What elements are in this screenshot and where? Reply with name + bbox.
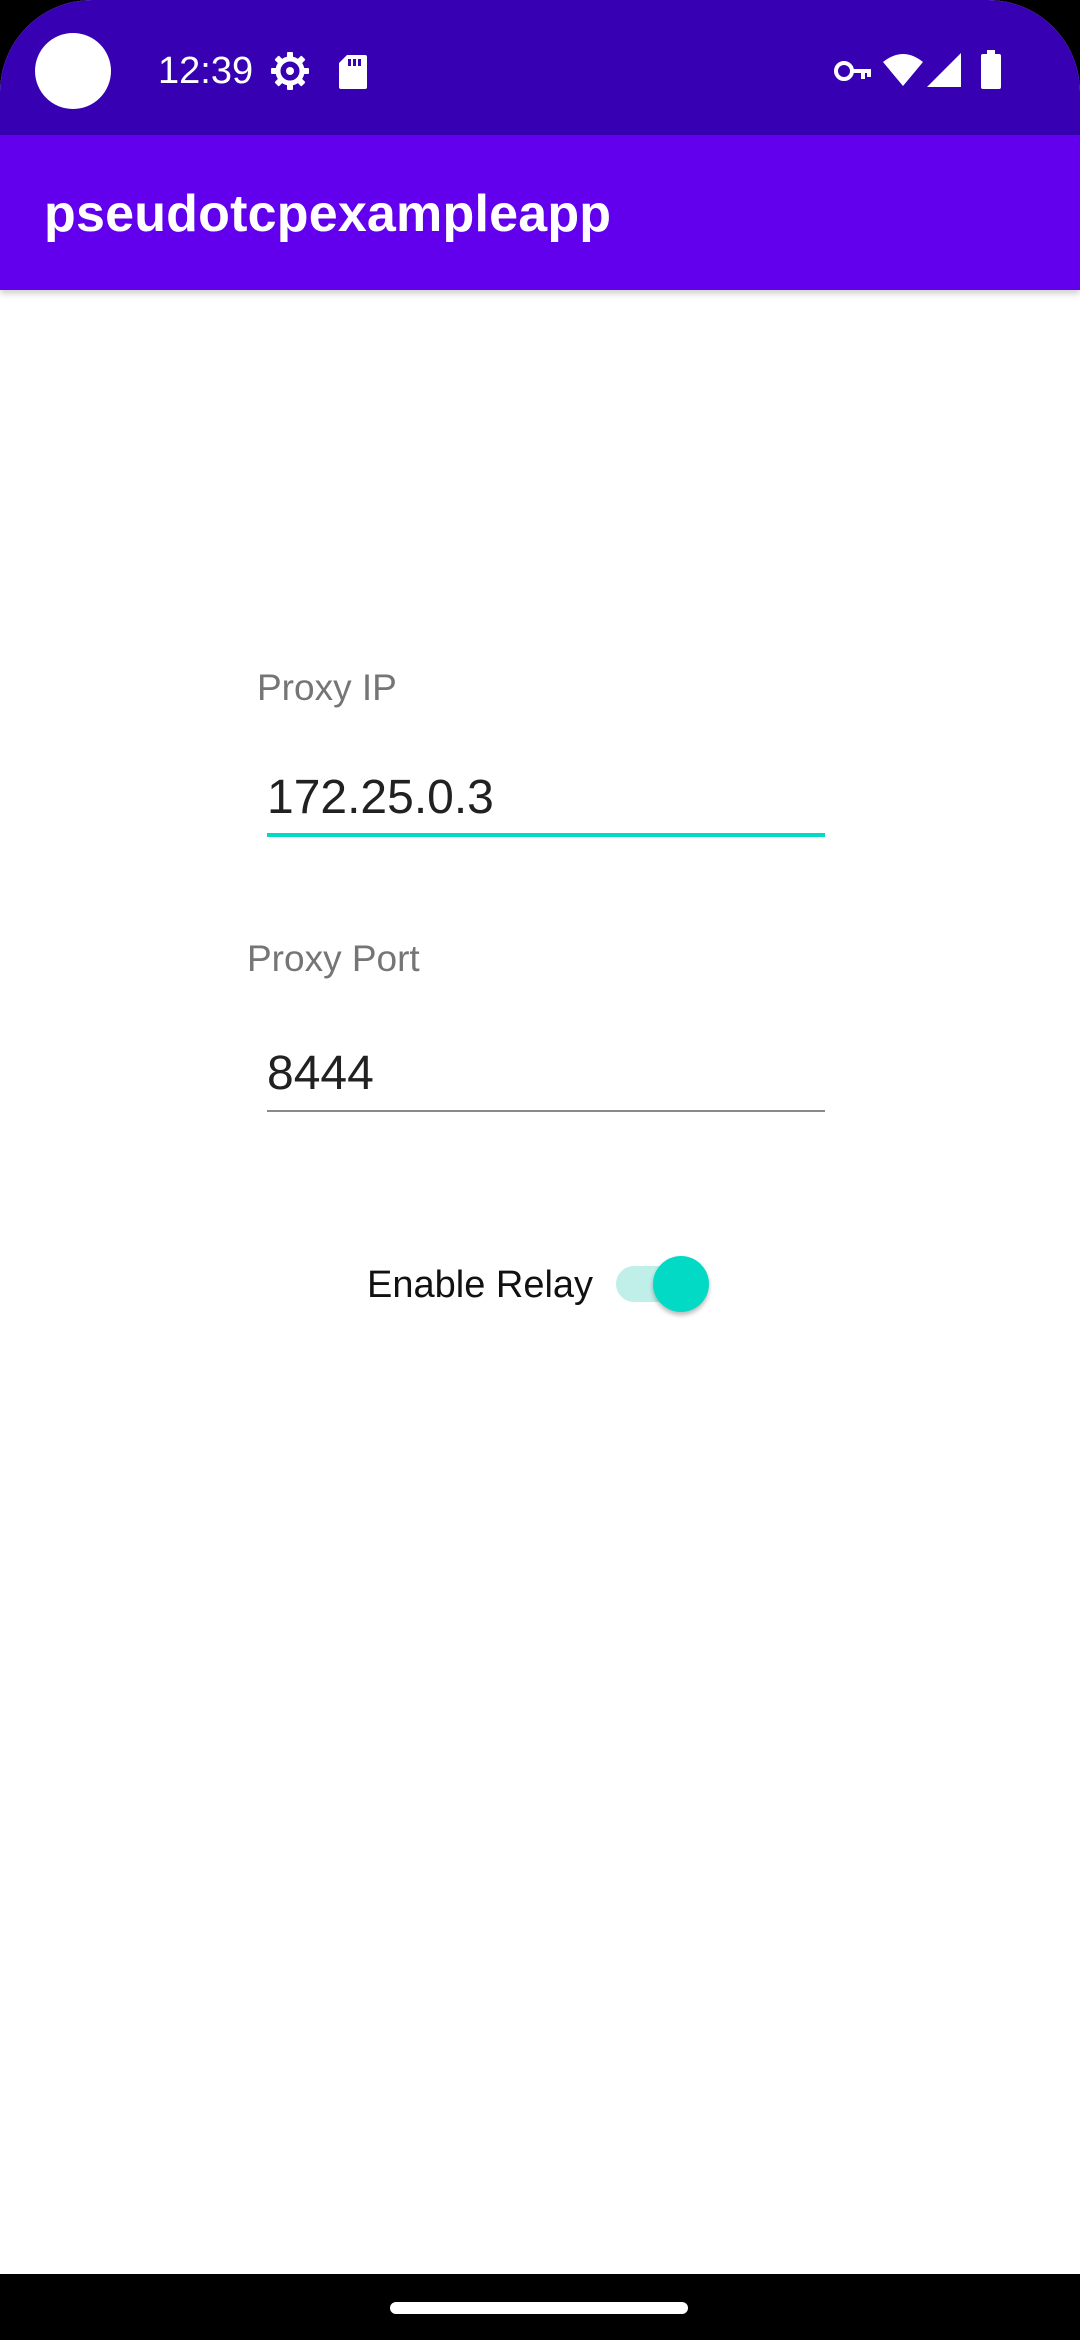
settings-gear-icon <box>271 52 309 90</box>
app-screen: 12:39 pseudotcpexampleapp Proxy IP 172.2… <box>0 0 1080 2340</box>
cell-signal-icon <box>927 53 961 87</box>
battery-icon <box>981 50 1001 89</box>
enable-relay-switch[interactable] <box>610 1252 710 1316</box>
proxy-port-label: Proxy Port <box>247 938 420 979</box>
proxy-ip-label: Proxy IP <box>257 667 397 708</box>
proxy-ip-input[interactable] <box>267 762 825 832</box>
vpn-key-icon <box>834 61 871 81</box>
switch-thumb <box>653 1256 709 1312</box>
status-bar: 12:39 <box>0 0 1080 135</box>
proxy-port-input[interactable] <box>267 1038 825 1108</box>
wifi-icon <box>883 54 923 86</box>
proxy-ip-underline <box>267 833 825 837</box>
home-gesture-handle[interactable] <box>390 2302 688 2314</box>
app-title: pseudotcpexampleapp <box>44 185 612 243</box>
sd-card-icon <box>339 55 367 89</box>
enable-relay-label: Enable Relay <box>367 1264 594 1306</box>
proxy-port-underline <box>267 1110 825 1112</box>
camera-cutout <box>35 33 111 109</box>
status-time: 12:39 <box>158 50 254 92</box>
